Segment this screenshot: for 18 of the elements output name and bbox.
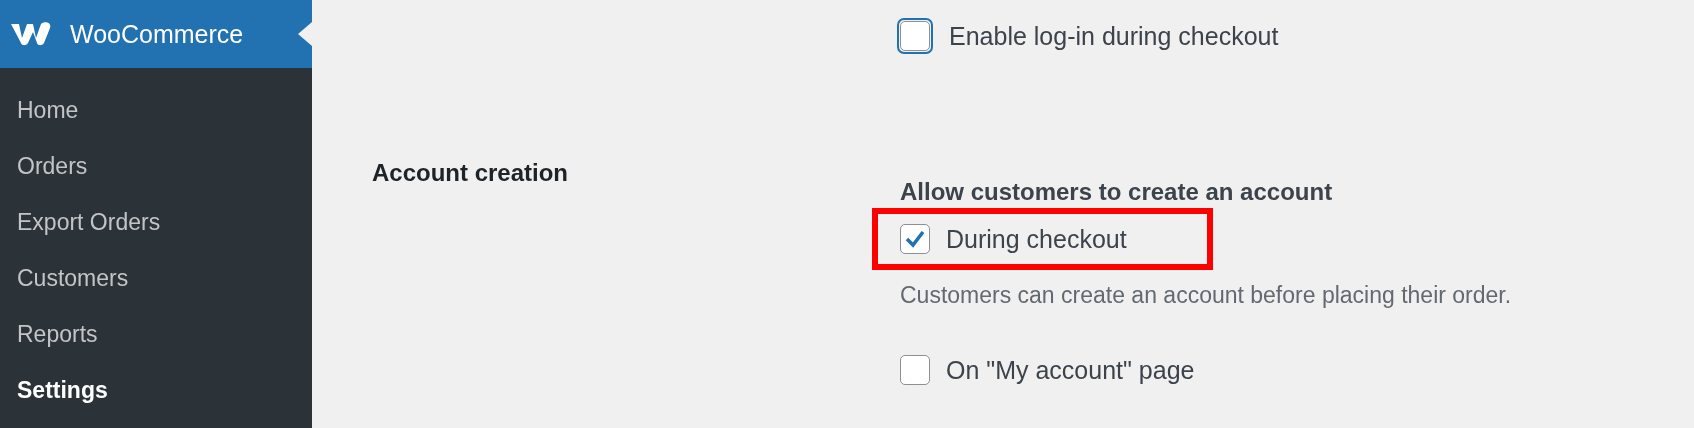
checkbox-label: Enable log-in during checkout — [949, 21, 1279, 51]
current-menu-pointer — [298, 22, 312, 46]
field-label: Account creation — [372, 158, 570, 188]
sidebar-item[interactable]: Reports — [0, 306, 312, 362]
checkbox[interactable] — [900, 355, 930, 385]
sidebar-item[interactable]: Customers — [0, 250, 312, 306]
logo-icon — [10, 22, 52, 46]
sidebar-item[interactable]: Settings — [0, 362, 312, 418]
sidebar-item[interactable]: Home — [0, 82, 312, 138]
help-text: Customers can create an account before placing their order. — [900, 282, 1513, 309]
section-heading: Allow customers to create an account — [900, 178, 1334, 206]
checkbox-label: On "My account" page — [946, 355, 1195, 385]
checkmark-icon — [905, 230, 925, 248]
sidebar-item[interactable]: Orders — [0, 138, 312, 194]
checkbox-label: During checkout — [946, 224, 1127, 254]
sidebar-item[interactable]: Export Orders — [0, 194, 312, 250]
brand-name: WooCommerce — [70, 19, 244, 49]
checkbox[interactable] — [900, 224, 930, 254]
